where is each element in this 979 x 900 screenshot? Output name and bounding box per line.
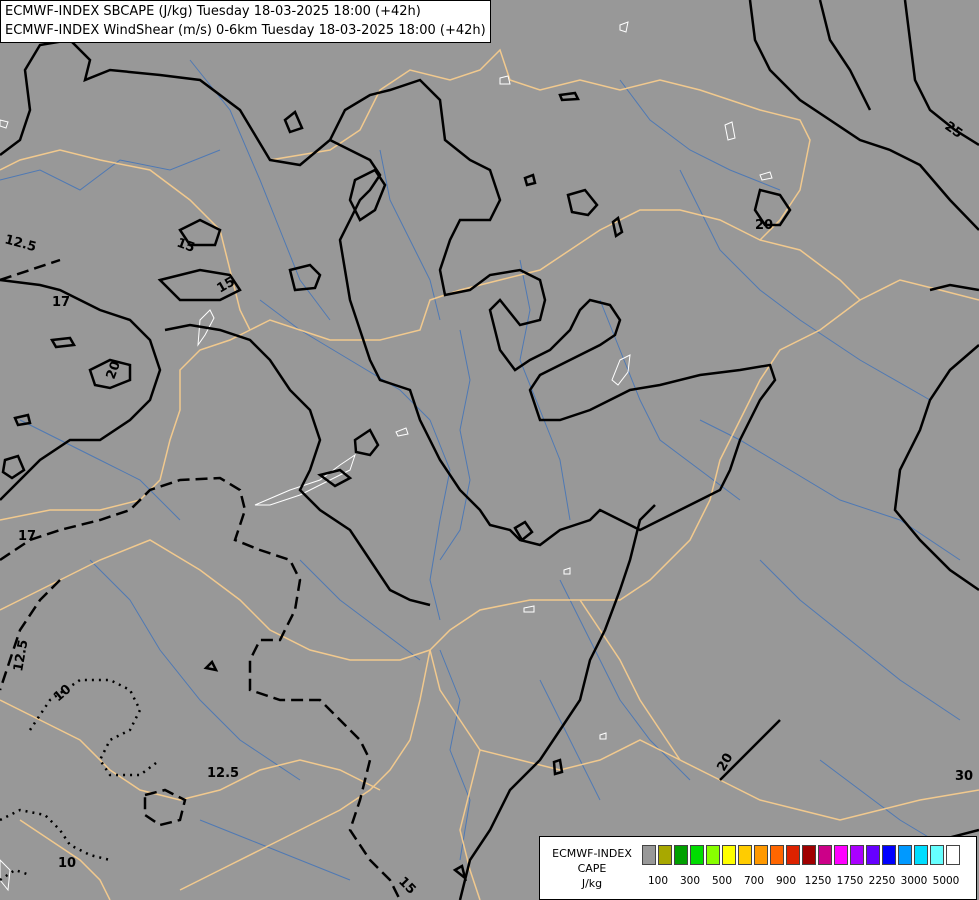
legend-swatch <box>802 845 816 865</box>
contour-label: 12.5 <box>207 766 239 781</box>
legend-swatch <box>674 845 688 865</box>
legend-tick-label: 700 <box>743 875 765 887</box>
legend-tick-label: 100 <box>647 875 669 887</box>
legend-swatch <box>690 845 704 865</box>
map-title-box: ECMWF-INDEX SBCAPE (J/kg) Tuesday 18-03-… <box>0 0 491 43</box>
legend-swatch <box>898 845 912 865</box>
legend-swatch <box>706 845 720 865</box>
weather-map: 12.5 15 15 17 20 20 25 17 12.5 10 12.5 1… <box>0 0 979 900</box>
contour-label: 17 <box>18 529 36 544</box>
legend-swatch <box>642 845 656 865</box>
legend-swatch <box>770 845 784 865</box>
legend-swatches <box>642 845 962 865</box>
legend-tick-label: 1750 <box>836 875 864 887</box>
legend-tick-label: 2250 <box>868 875 896 887</box>
legend-swatch <box>738 845 752 865</box>
legend-swatch <box>946 845 960 865</box>
legend-tick-label: 3000 <box>900 875 928 887</box>
cape-title: ECMWF-INDEX SBCAPE (J/kg) Tuesday 18-03-… <box>5 4 421 19</box>
legend-tick-label: 5000 <box>932 875 960 887</box>
contour-label: 20 <box>755 218 773 233</box>
contour-label: 30 <box>955 769 973 784</box>
legend-tick-label: 1250 <box>804 875 832 887</box>
map-background <box>0 0 979 900</box>
legend-swatch <box>882 845 896 865</box>
contour-label: 10 <box>58 856 76 871</box>
legend-swatch <box>850 845 864 865</box>
legend-title-line: ECMWF-INDEX <box>552 847 632 860</box>
legend-tick-label: 500 <box>711 875 733 887</box>
legend-title-line: CAPE <box>577 862 607 875</box>
legend-swatch <box>786 845 800 865</box>
legend-swatch <box>754 845 768 865</box>
legend-swatch <box>834 845 848 865</box>
legend-tick-label: 900 <box>775 875 797 887</box>
cape-legend: ECMWF-INDEX CAPE J/kg 100 300 500 700 900 125… <box>539 836 977 900</box>
contour-label: 17 <box>52 295 70 310</box>
legend-swatch <box>722 845 736 865</box>
legend-ticks: 100 300 500 700 900 1250 1750 2250 3000 5000 <box>642 875 972 889</box>
legend-swatch <box>818 845 832 865</box>
legend-swatch <box>866 845 880 865</box>
legend-title: ECMWF-INDEX CAPE J/kg <box>544 846 640 891</box>
legend-swatch <box>914 845 928 865</box>
legend-swatch <box>658 845 672 865</box>
legend-swatch <box>930 845 944 865</box>
windshear-title: ECMWF-INDEX WindShear (m/s) 0-6km Tuesda… <box>5 23 486 38</box>
legend-title-line: J/kg <box>581 877 603 890</box>
legend-tick-label: 300 <box>679 875 701 887</box>
